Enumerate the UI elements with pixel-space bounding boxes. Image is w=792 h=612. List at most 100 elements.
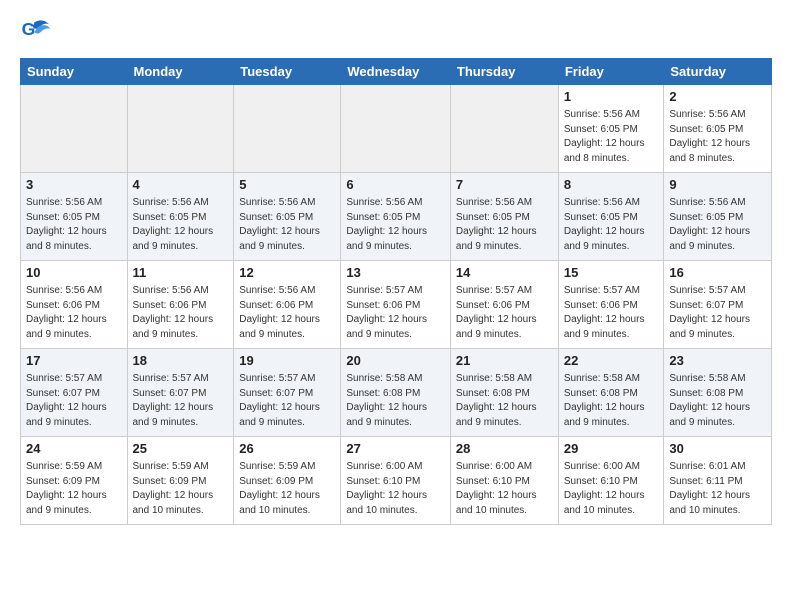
calendar-cell bbox=[234, 85, 341, 173]
calendar-cell: 15 Sunrise: 5:57 AMSunset: 6:06 PMDayligh… bbox=[558, 261, 664, 349]
weekday-header-friday: Friday bbox=[558, 59, 664, 85]
day-number: 20 bbox=[346, 352, 445, 370]
day-info: Sunrise: 5:57 AMSunset: 6:07 PMDaylight:… bbox=[26, 372, 122, 430]
day-number: 27 bbox=[346, 440, 445, 458]
day-info: Sunrise: 5:56 AMSunset: 6:05 PMDaylight:… bbox=[669, 196, 766, 254]
day-number: 15 bbox=[564, 264, 659, 282]
day-number: 30 bbox=[669, 440, 766, 458]
calendar-cell: 8Sunrise: 5:56 AMSunset: 6:05 PMDaylight… bbox=[558, 173, 664, 261]
day-info: Sunrise: 5:56 AMSunset: 6:05 PMDaylight:… bbox=[346, 196, 445, 254]
calendar-cell: 4 Sunrise: 5:56 AMSunset: 6:05 PMDaylight… bbox=[127, 173, 234, 261]
weekday-header-sunday: Sunday bbox=[21, 59, 128, 85]
day-number: 23 bbox=[669, 352, 766, 370]
calendar-cell bbox=[127, 85, 234, 173]
day-number: 6 bbox=[346, 176, 445, 194]
calendar-cell: 13Sunrise: 5:57 AMSunset: 6:06 PMDayligh… bbox=[341, 261, 451, 349]
day-number: 29 bbox=[564, 440, 659, 458]
day-info: Sunrise: 5:59 AMSunset: 6:09 PMDaylight:… bbox=[26, 460, 122, 518]
header: G bbox=[20, 16, 772, 48]
day-info: Sunrise: 5:59 AMSunset: 6:09 PMDaylight:… bbox=[239, 460, 335, 518]
day-info: Sunrise: 5:56 AMSunset: 6:05 PMDaylight:… bbox=[669, 108, 766, 166]
day-info: Sunrise: 5:57 AMSunset: 6:07 PMDaylight:… bbox=[239, 372, 335, 430]
calendar-cell bbox=[21, 85, 128, 173]
day-number: 28 bbox=[456, 440, 553, 458]
day-info: Sunrise: 5:59 AMSunset: 6:09 PMDaylight:… bbox=[133, 460, 229, 518]
day-number: 21 bbox=[456, 352, 553, 370]
day-info: Sunrise: 6:00 AMSunset: 6:10 PMDaylight:… bbox=[346, 460, 445, 518]
day-number: 14 bbox=[456, 264, 553, 282]
weekday-header-wednesday: Wednesday bbox=[341, 59, 451, 85]
day-number: 18 bbox=[133, 352, 229, 370]
day-number: 25 bbox=[133, 440, 229, 458]
calendar-cell: 27 Sunrise: 6:00 AMSunset: 6:10 PMDayligh… bbox=[341, 437, 451, 525]
calendar-cell: 26 Sunrise: 5:59 AMSunset: 6:09 PMDayligh… bbox=[234, 437, 341, 525]
calendar-week-3: 10 Sunrise: 5:56 AMSunset: 6:06 PMDayligh… bbox=[21, 261, 772, 349]
calendar-cell: 16 Sunrise: 5:57 AMSunset: 6:07 PMDayligh… bbox=[664, 261, 772, 349]
calendar-cell: 11Sunrise: 5:56 AMSunset: 6:06 PMDayligh… bbox=[127, 261, 234, 349]
calendar-week-4: 17 Sunrise: 5:57 AMSunset: 6:07 PMDayligh… bbox=[21, 349, 772, 437]
day-number: 24 bbox=[26, 440, 122, 458]
day-info: Sunrise: 5:57 AMSunset: 6:07 PMDaylight:… bbox=[133, 372, 229, 430]
weekday-header-row: SundayMondayTuesdayWednesdayThursdayFrid… bbox=[21, 59, 772, 85]
calendar-cell: 22Sunrise: 5:58 AMSunset: 6:08 PMDayligh… bbox=[558, 349, 664, 437]
day-number: 4 bbox=[133, 176, 229, 194]
calendar-cell: 1 Sunrise: 5:56 AMSunset: 6:05 PMDaylight… bbox=[558, 85, 664, 173]
day-info: Sunrise: 5:56 AMSunset: 6:05 PMDaylight:… bbox=[239, 196, 335, 254]
calendar-cell: 24 Sunrise: 5:59 AMSunset: 6:09 PMDayligh… bbox=[21, 437, 128, 525]
weekday-header-monday: Monday bbox=[127, 59, 234, 85]
calendar-week-5: 24 Sunrise: 5:59 AMSunset: 6:09 PMDayligh… bbox=[21, 437, 772, 525]
calendar-cell: 12Sunrise: 5:56 AMSunset: 6:06 PMDayligh… bbox=[234, 261, 341, 349]
calendar-cell: 9 Sunrise: 5:56 AMSunset: 6:05 PMDaylight… bbox=[664, 173, 772, 261]
day-number: 9 bbox=[669, 176, 766, 194]
day-number: 22 bbox=[564, 352, 659, 370]
page: G SundayMondayTuesdayWednesdayThursdayFr… bbox=[0, 0, 792, 535]
calendar-cell bbox=[341, 85, 451, 173]
day-info: Sunrise: 5:56 AMSunset: 6:06 PMDaylight:… bbox=[239, 284, 335, 342]
calendar-week-1: 1 Sunrise: 5:56 AMSunset: 6:05 PMDaylight… bbox=[21, 85, 772, 173]
svg-text:G: G bbox=[22, 19, 36, 39]
day-number: 19 bbox=[239, 352, 335, 370]
calendar-header: SundayMondayTuesdayWednesdayThursdayFrid… bbox=[21, 59, 772, 85]
calendar-cell: 10 Sunrise: 5:56 AMSunset: 6:06 PMDayligh… bbox=[21, 261, 128, 349]
logo-icon: G bbox=[20, 16, 52, 48]
calendar-table: SundayMondayTuesdayWednesdayThursdayFrid… bbox=[20, 58, 772, 525]
day-info: Sunrise: 5:56 AMSunset: 6:05 PMDaylight:… bbox=[26, 196, 122, 254]
day-number: 10 bbox=[26, 264, 122, 282]
calendar-cell: 19 Sunrise: 5:57 AMSunset: 6:07 PMDayligh… bbox=[234, 349, 341, 437]
day-info: Sunrise: 5:56 AMSunset: 6:06 PMDaylight:… bbox=[26, 284, 122, 342]
weekday-header-tuesday: Tuesday bbox=[234, 59, 341, 85]
day-number: 5 bbox=[239, 176, 335, 194]
calendar-cell: 18 Sunrise: 5:57 AMSunset: 6:07 PMDayligh… bbox=[127, 349, 234, 437]
day-info: Sunrise: 6:00 AMSunset: 6:10 PMDaylight:… bbox=[564, 460, 659, 518]
day-info: Sunrise: 5:56 AMSunset: 6:05 PMDaylight:… bbox=[456, 196, 553, 254]
calendar-cell: 5 Sunrise: 5:56 AMSunset: 6:05 PMDaylight… bbox=[234, 173, 341, 261]
calendar-cell: 25 Sunrise: 5:59 AMSunset: 6:09 PMDayligh… bbox=[127, 437, 234, 525]
calendar-cell: 23 Sunrise: 5:58 AMSunset: 6:08 PMDayligh… bbox=[664, 349, 772, 437]
logo: G bbox=[20, 16, 56, 48]
day-number: 16 bbox=[669, 264, 766, 282]
day-info: Sunrise: 5:57 AMSunset: 6:06 PMDaylight:… bbox=[456, 284, 553, 342]
day-info: Sunrise: 5:58 AMSunset: 6:08 PMDaylight:… bbox=[669, 372, 766, 430]
day-number: 1 bbox=[564, 88, 659, 106]
calendar-cell: 17 Sunrise: 5:57 AMSunset: 6:07 PMDayligh… bbox=[21, 349, 128, 437]
calendar-cell: 28 Sunrise: 6:00 AMSunset: 6:10 PMDayligh… bbox=[450, 437, 558, 525]
day-info: Sunrise: 6:00 AMSunset: 6:10 PMDaylight:… bbox=[456, 460, 553, 518]
calendar-week-2: 3 Sunrise: 5:56 AMSunset: 6:05 PMDaylight… bbox=[21, 173, 772, 261]
calendar-cell: 20Sunrise: 5:58 AMSunset: 6:08 PMDayligh… bbox=[341, 349, 451, 437]
day-info: Sunrise: 5:56 AMSunset: 6:05 PMDaylight:… bbox=[564, 108, 659, 166]
day-number: 26 bbox=[239, 440, 335, 458]
calendar-cell: 6 Sunrise: 5:56 AMSunset: 6:05 PMDaylight… bbox=[341, 173, 451, 261]
calendar-cell: 30 Sunrise: 6:01 AMSunset: 6:11 PMDayligh… bbox=[664, 437, 772, 525]
calendar-cell: 7Sunrise: 5:56 AMSunset: 6:05 PMDaylight… bbox=[450, 173, 558, 261]
day-number: 17 bbox=[26, 352, 122, 370]
day-info: Sunrise: 6:01 AMSunset: 6:11 PMDaylight:… bbox=[669, 460, 766, 518]
weekday-header-saturday: Saturday bbox=[664, 59, 772, 85]
calendar-cell: 29 Sunrise: 6:00 AMSunset: 6:10 PMDayligh… bbox=[558, 437, 664, 525]
day-info: Sunrise: 5:56 AMSunset: 6:05 PMDaylight:… bbox=[133, 196, 229, 254]
day-number: 8 bbox=[564, 176, 659, 194]
day-info: Sunrise: 5:57 AMSunset: 6:06 PMDaylight:… bbox=[564, 284, 659, 342]
day-number: 2 bbox=[669, 88, 766, 106]
calendar-cell bbox=[450, 85, 558, 173]
day-info: Sunrise: 5:57 AMSunset: 6:07 PMDaylight:… bbox=[669, 284, 766, 342]
day-number: 3 bbox=[26, 176, 122, 194]
